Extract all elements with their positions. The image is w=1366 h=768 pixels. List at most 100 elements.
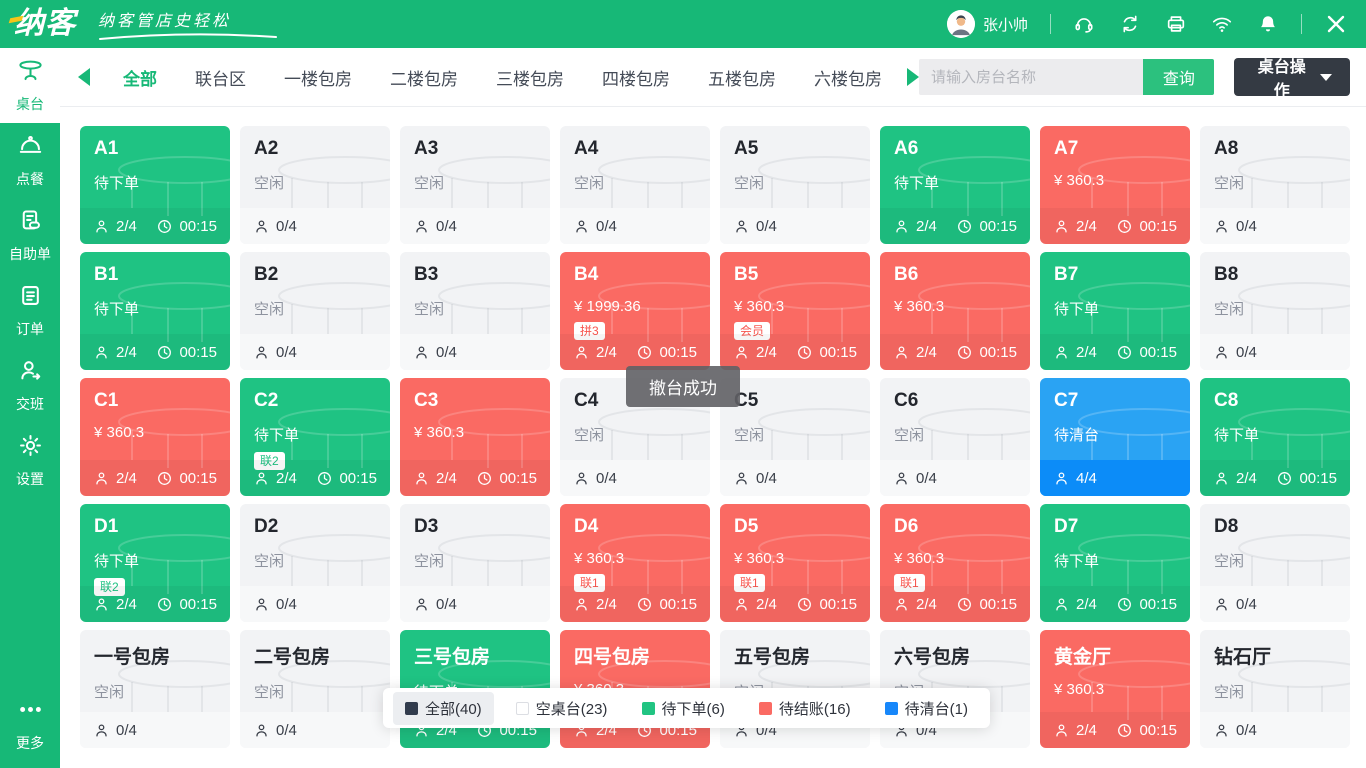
tab-area-7[interactable]: 六楼包房 <box>814 65 882 90</box>
table-footer: 2/400:15 <box>80 208 230 244</box>
table-card[interactable]: 一号包房空闲0/4 <box>80 630 230 748</box>
tab-area-1[interactable]: 联台区 <box>195 65 246 90</box>
order-icon <box>17 132 44 164</box>
table-card[interactable]: C7待清台4/4 <box>1040 378 1190 496</box>
search-input[interactable] <box>919 59 1143 95</box>
table-card[interactable]: B1待下单2/400:15 <box>80 252 230 370</box>
table-ops-button[interactable]: 桌台操作 <box>1234 58 1350 96</box>
table-footer: 0/4 <box>560 460 710 496</box>
app-slogan: 纳客管店史轻松 <box>98 7 278 41</box>
tab-area-2[interactable]: 一楼包房 <box>284 65 352 90</box>
sidebar-item-label: 自助单 <box>9 244 51 264</box>
legend-item-0[interactable]: 全部(40) <box>393 692 494 725</box>
table-card[interactable]: B2空闲0/4 <box>240 252 390 370</box>
legend-item-3[interactable]: 待结账(16) <box>747 692 863 725</box>
sync-icon[interactable] <box>1119 13 1141 35</box>
wifi-icon[interactable] <box>1211 13 1233 35</box>
sidebar-item-settings[interactable]: 设置 <box>0 423 60 498</box>
table-card[interactable]: C3¥ 360.32/400:15 <box>400 378 550 496</box>
table-footer: 2/400:15 <box>560 334 710 370</box>
sidebar-item-label: 点餐 <box>16 169 44 189</box>
table-card[interactable]: D5¥ 360.3联12/400:15 <box>720 504 870 622</box>
table-card[interactable]: B5¥ 360.3会员2/400:15 <box>720 252 870 370</box>
table-card[interactable]: A8空闲0/4 <box>1200 126 1350 244</box>
table-card[interactable]: A1待下单2/400:15 <box>80 126 230 244</box>
table-card[interactable]: A3空闲0/4 <box>400 126 550 244</box>
guests-icon <box>93 218 110 235</box>
table-card[interactable]: C1¥ 360.32/400:15 <box>80 378 230 496</box>
table-name: 六号包房 <box>894 642 1016 669</box>
table-footer: 0/4 <box>1200 208 1350 244</box>
table-card[interactable]: C5空闲0/4 <box>720 378 870 496</box>
table-card[interactable]: B7待下单2/400:15 <box>1040 252 1190 370</box>
sidebar-item-order[interactable]: 点餐 <box>0 123 60 198</box>
search-button[interactable]: 查询 <box>1143 59 1214 95</box>
table-status: 空闲 <box>94 681 216 702</box>
sidebar-item-more[interactable]: 更多 <box>0 687 60 762</box>
sidebar-item-tables[interactable]: 桌台 <box>0 48 60 123</box>
table-footer: 2/400:15 <box>880 334 1030 370</box>
table-name: 黄金厅 <box>1054 642 1176 669</box>
table-status: 空闲 <box>1214 298 1336 319</box>
bell-icon[interactable] <box>1257 13 1279 35</box>
table-name: D2 <box>254 516 376 538</box>
guest-count: 2/4 <box>596 344 617 361</box>
table-card[interactable]: A7¥ 360.32/400:15 <box>1040 126 1190 244</box>
table-name: B6 <box>894 264 1016 286</box>
occupied-time: 00:15 <box>1139 344 1177 361</box>
guests-icon <box>413 596 430 613</box>
status-legend-bar: 全部(40) 空桌台(23) 待下单(6) 待结账(16) 待清台(1) <box>383 688 990 728</box>
guest-count: 2/4 <box>756 344 777 361</box>
legend-swatch <box>759 702 772 715</box>
table-card[interactable]: C2待下单联22/400:15 <box>240 378 390 496</box>
table-name: C5 <box>734 390 856 412</box>
table-card[interactable]: A6待下单2/400:15 <box>880 126 1030 244</box>
table-card[interactable]: 黄金厅¥ 360.32/400:15 <box>1040 630 1190 748</box>
clock-icon <box>1276 470 1293 487</box>
tab-area-4[interactable]: 三楼包房 <box>496 65 564 90</box>
user-chip[interactable]: 张小帅 <box>947 10 1028 38</box>
tabs-scroll-right-icon[interactable] <box>907 68 919 86</box>
sidebar-item-shift[interactable]: 交班 <box>0 348 60 423</box>
table-card[interactable]: B6¥ 360.32/400:15 <box>880 252 1030 370</box>
table-card[interactable]: D4¥ 360.3联12/400:15 <box>560 504 710 622</box>
table-card[interactable]: C8待下单2/400:15 <box>1200 378 1350 496</box>
guest-count: 0/4 <box>756 218 777 235</box>
legend-item-4[interactable]: 待清台(1) <box>873 692 980 725</box>
sidebar-item-orders[interactable]: 订单 <box>0 273 60 348</box>
table-card[interactable]: D7待下单2/400:15 <box>1040 504 1190 622</box>
table-footer: 0/4 <box>240 712 390 748</box>
table-card[interactable]: B8空闲0/4 <box>1200 252 1350 370</box>
close-icon[interactable] <box>1324 12 1348 36</box>
table-status: 待下单 <box>894 172 1016 193</box>
table-card[interactable]: 二号包房空闲0/4 <box>240 630 390 748</box>
legend-item-1[interactable]: 空桌台(23) <box>504 692 620 725</box>
table-footer: 0/4 <box>240 334 390 370</box>
tab-area-3[interactable]: 二楼包房 <box>390 65 458 90</box>
table-card[interactable]: D2空闲0/4 <box>240 504 390 622</box>
table-name: D4 <box>574 516 696 538</box>
printer-icon[interactable] <box>1165 13 1187 35</box>
legend-label: 待清台(1) <box>905 698 968 719</box>
customer-service-icon[interactable] <box>1073 13 1095 35</box>
tab-area-0[interactable]: 全部 <box>123 65 157 90</box>
table-card[interactable]: A4空闲0/4 <box>560 126 710 244</box>
legend-item-2[interactable]: 待下单(6) <box>630 692 737 725</box>
table-card[interactable]: D1待下单联22/400:15 <box>80 504 230 622</box>
table-card[interactable]: 钻石厅空闲0/4 <box>1200 630 1350 748</box>
guest-count: 2/4 <box>1236 470 1257 487</box>
table-card[interactable]: A2空闲0/4 <box>240 126 390 244</box>
table-status: 待下单 <box>1054 550 1176 571</box>
tabs-scroll-left-icon[interactable] <box>78 68 90 86</box>
table-card[interactable]: D6¥ 360.3联12/400:15 <box>880 504 1030 622</box>
table-footer: 0/4 <box>1200 334 1350 370</box>
table-card[interactable]: B3空闲0/4 <box>400 252 550 370</box>
table-card[interactable]: C6空闲0/4 <box>880 378 1030 496</box>
table-card[interactable]: D3空闲0/4 <box>400 504 550 622</box>
table-card[interactable]: A5空闲0/4 <box>720 126 870 244</box>
tab-area-5[interactable]: 四楼包房 <box>602 65 670 90</box>
tab-area-6[interactable]: 五楼包房 <box>708 65 776 90</box>
table-card[interactable]: B4¥ 1999.36拼32/400:15 <box>560 252 710 370</box>
table-card[interactable]: D8空闲0/4 <box>1200 504 1350 622</box>
sidebar-item-self-order[interactable]: 自助单 <box>0 198 60 273</box>
